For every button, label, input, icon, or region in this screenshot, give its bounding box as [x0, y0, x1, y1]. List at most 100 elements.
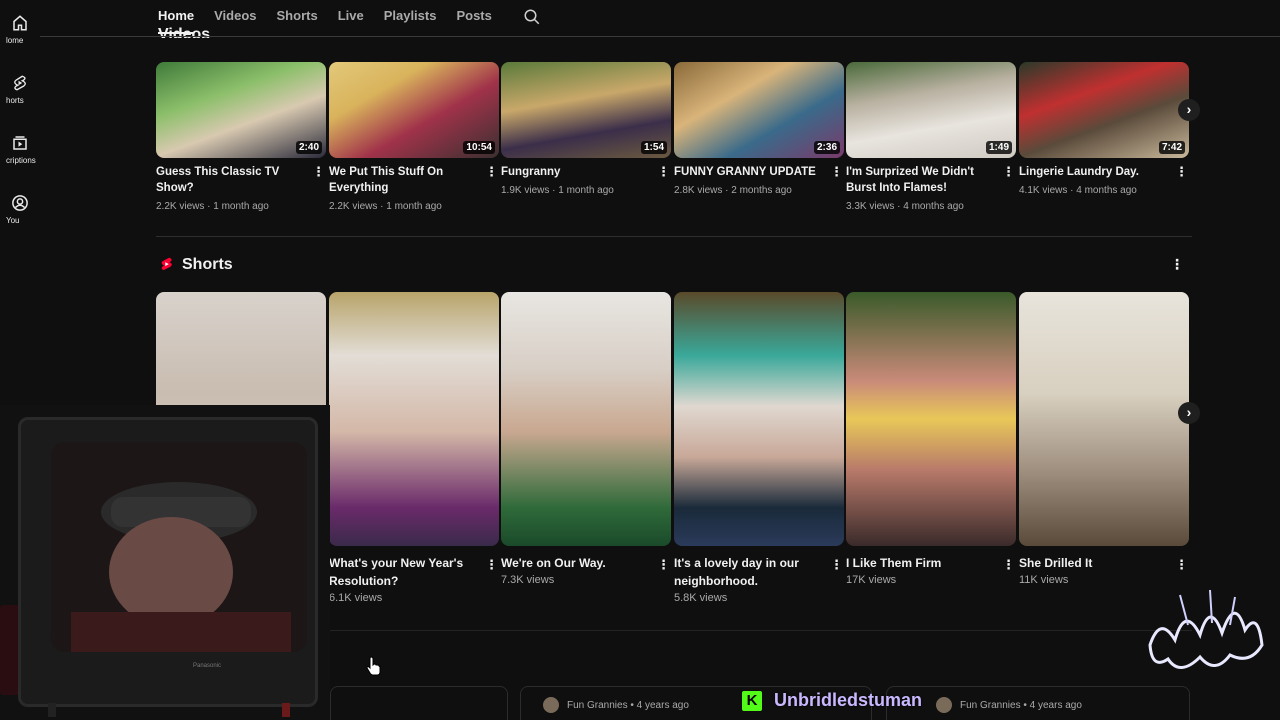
more-actions-icon[interactable]: ⋮: [312, 165, 325, 178]
tab-videos[interactable]: Videos: [214, 0, 256, 34]
short-card[interactable]: What's your New Year's Resolution? ⋮ 6.1…: [329, 292, 499, 604]
tab-live[interactable]: Live: [338, 0, 364, 34]
subscriptions-icon: [13, 136, 27, 150]
post-author-meta: Fun Grannies • 4 years ago: [543, 697, 689, 713]
video-duration: 10:54: [463, 141, 495, 154]
video-card[interactable]: 2:36 FUNNY GRANNY UPDATE ⋮ 2.8K views · …: [674, 62, 844, 196]
videos-next-button[interactable]: ›: [1178, 99, 1200, 121]
shorts-section-header: Shorts: [160, 254, 233, 276]
more-actions-icon[interactable]: ⋮: [657, 558, 670, 571]
video-age: 2 months ago: [731, 185, 792, 196]
tv-brand-label: Panasonic: [193, 663, 222, 669]
video-thumbnail[interactable]: 1:49: [846, 62, 1016, 158]
short-title[interactable]: We're on Our Way.: [501, 554, 651, 572]
post-author[interactable]: Fun Grannies: [960, 700, 1021, 711]
more-actions-icon[interactable]: ⋮: [1175, 558, 1188, 571]
streamer-silhouette: [51, 442, 307, 652]
guide-item-you[interactable]: You: [0, 194, 40, 225]
more-actions-icon[interactable]: ⋮: [830, 165, 843, 178]
tab-posts[interactable]: Posts: [456, 0, 491, 34]
short-title[interactable]: I Like Them Firm: [846, 554, 996, 572]
video-views: 2.2K views: [156, 201, 205, 212]
more-actions-icon[interactable]: ⋮: [1175, 165, 1188, 178]
video-title[interactable]: Guess This Classic TV Show?: [156, 164, 306, 196]
more-actions-icon[interactable]: ⋮: [657, 165, 670, 178]
video-views: 3.3K views: [846, 201, 895, 212]
chevron-right-icon: ›: [1186, 101, 1192, 117]
overlay-chip: [282, 703, 290, 717]
short-thumbnail[interactable]: [1019, 292, 1189, 546]
more-actions-icon[interactable]: ⋮: [485, 165, 498, 178]
post-author-meta: Fun Grannies • 4 years ago: [936, 697, 1082, 713]
tab-playlists[interactable]: Playlists: [384, 0, 437, 34]
short-title[interactable]: It's a lovely day in our neighborhood.: [674, 554, 824, 590]
shorts-more-button[interactable]: ⋮: [1170, 256, 1184, 273]
webcam-feed: [51, 442, 307, 652]
video-card[interactable]: 1:54 Fungranny ⋮ 1.9K views · 1 month ag…: [501, 62, 671, 196]
video-title[interactable]: Fungranny: [501, 164, 651, 180]
streamer-logo-art: [1140, 585, 1270, 690]
guide-label-subscriptions: criptions: [6, 156, 36, 165]
short-card[interactable]: I Like Them Firm ⋮ 17K views: [846, 292, 1016, 586]
post-age: 4 years ago: [636, 699, 689, 711]
post-author[interactable]: Fun Grannies: [567, 700, 628, 711]
video-age: 4 months ago: [903, 201, 964, 212]
guide-label-home: lome: [6, 36, 24, 45]
video-thumbnail[interactable]: 10:54: [329, 62, 499, 158]
video-age: 1 month ago: [558, 185, 614, 196]
avatar[interactable]: [936, 697, 952, 713]
short-views: 5.8K views: [674, 592, 728, 604]
mouse-cursor: [366, 656, 382, 681]
short-title[interactable]: She Drilled It: [1019, 554, 1169, 572]
short-thumbnail[interactable]: [846, 292, 1016, 546]
short-title[interactable]: What's your New Year's Resolution?: [329, 554, 479, 590]
guide-item-subscriptions[interactable]: criptions: [0, 134, 40, 165]
video-thumbnail[interactable]: 2:40: [156, 62, 326, 158]
channel-search-button[interactable]: [523, 8, 541, 31]
short-thumbnail[interactable]: [501, 292, 671, 546]
short-thumbnail[interactable]: [329, 292, 499, 546]
shorts-section-title[interactable]: Shorts: [182, 256, 233, 274]
search-icon: [524, 9, 540, 25]
short-card[interactable]: She Drilled It ⋮ 11K views: [1019, 292, 1189, 586]
you-icon: [12, 195, 28, 211]
guide-item-shorts[interactable]: horts: [0, 74, 40, 105]
shorts-icon: [14, 75, 26, 91]
short-card[interactable]: It's a lovely day in our neighborhood. ⋮…: [674, 292, 844, 604]
video-title[interactable]: I'm Surprized We Didn't Burst Into Flame…: [846, 164, 996, 196]
video-title[interactable]: Lingerie Laundry Day.: [1019, 164, 1169, 180]
home-icon: [13, 15, 27, 31]
video-card[interactable]: 7:42 Lingerie Laundry Day. ⋮ 4.1K views …: [1019, 62, 1189, 196]
more-actions-icon[interactable]: ⋮: [1002, 558, 1015, 571]
video-views: 2.2K views: [329, 201, 378, 212]
avatar[interactable]: [543, 697, 559, 713]
tab-shorts[interactable]: Shorts: [277, 0, 318, 34]
video-thumbnail[interactable]: 2:36: [674, 62, 844, 158]
short-card[interactable]: We're on Our Way. ⋮ 7.3K views: [501, 292, 671, 586]
post-card[interactable]: [330, 686, 508, 720]
shorts-next-button[interactable]: ›: [1178, 402, 1200, 424]
video-views: 2.8K views: [674, 185, 723, 196]
video-age: 1 month ago: [213, 201, 269, 212]
video-age: 1 month ago: [386, 201, 442, 212]
more-actions-icon[interactable]: ⋮: [1002, 165, 1015, 178]
video-card[interactable]: 1:49 I'm Surprized We Didn't Burst Into …: [846, 62, 1016, 212]
graffiti-logo-icon: [1148, 589, 1264, 669]
video-card[interactable]: 10:54 We Put This Stuff On Everything ⋮ …: [329, 62, 499, 212]
video-title[interactable]: FUNNY GRANNY UPDATE: [674, 164, 824, 180]
video-title[interactable]: We Put This Stuff On Everything: [329, 164, 479, 196]
guide-item-home[interactable]: lome: [0, 14, 40, 45]
guide-label-shorts: horts: [6, 96, 24, 105]
more-actions-icon[interactable]: ⋮: [485, 558, 498, 571]
chevron-right-icon: ›: [1186, 404, 1192, 420]
video-thumbnail[interactable]: 7:42: [1019, 62, 1189, 158]
streamer-name-overlay: K Unbridledstuman: [742, 690, 922, 711]
short-views: 7.3K views: [501, 574, 555, 586]
kick-logo-icon: K: [742, 690, 762, 711]
more-actions-icon[interactable]: ⋮: [830, 558, 843, 571]
webcam-overlay: Panasonic: [0, 405, 330, 720]
post-age: 4 years ago: [1029, 699, 1082, 711]
video-thumbnail[interactable]: 1:54: [501, 62, 671, 158]
video-card[interactable]: 2:40 Guess This Classic TV Show? ⋮ 2.2K …: [156, 62, 326, 212]
short-thumbnail[interactable]: [674, 292, 844, 546]
